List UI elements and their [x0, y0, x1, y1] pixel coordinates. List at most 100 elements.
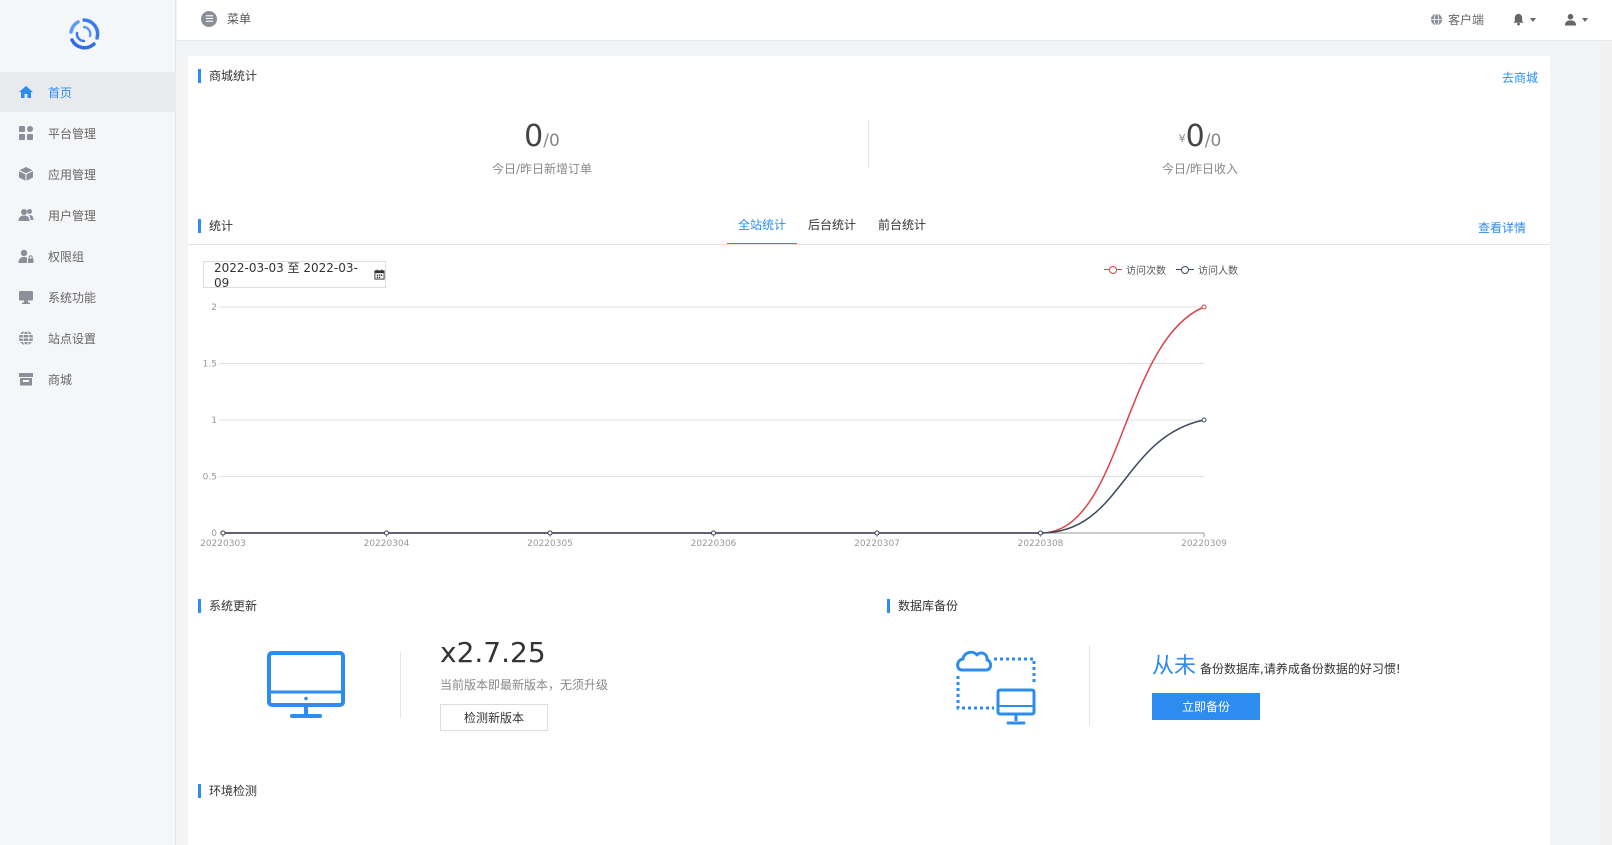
x-tick-label: 20220305: [527, 539, 573, 549]
x-tick-label: 20220303: [200, 539, 246, 549]
stats-tabs: 全站统计 后台统计 前台统计: [727, 216, 937, 245]
tabs-divider: [188, 244, 1550, 245]
version-number: x2.7.25: [440, 636, 546, 669]
user-icon: [1564, 13, 1577, 26]
bell-icon: [1512, 13, 1525, 26]
sidebar-item-system[interactable]: 系统功能: [0, 277, 176, 317]
legend-label: 访问人数: [1198, 266, 1238, 277]
mall-stats-title: 商城统计: [198, 69, 257, 83]
stats-title: 统计: [198, 219, 233, 233]
cloud-backup-illustration-icon: [954, 644, 1038, 732]
backup-now-button[interactable]: 立即备份: [1152, 693, 1260, 720]
chevron-down-icon: [1530, 17, 1536, 22]
page-scrollbar[interactable]: [1600, 41, 1612, 845]
sidebar-item-platform[interactable]: 平台管理: [0, 113, 176, 153]
globe-icon: [18, 330, 34, 346]
sidebar-item-label: 应用管理: [48, 167, 97, 182]
date-range-value: 2022-03-03 至 2022-03-09: [214, 261, 358, 290]
x-tick-label: 20220308: [1018, 539, 1064, 549]
backup-last-time: 从未: [1152, 654, 1197, 679]
y-tick-label: 1.5: [203, 360, 217, 370]
main-panel: 商城统计 去商城 0/0 今日/昨日新增订单 ¥0/0 今日/昨日收入 统计 全…: [188, 56, 1550, 845]
client-button[interactable]: 客户端: [1430, 11, 1484, 28]
tab-site-stats[interactable]: 全站统计: [727, 216, 798, 245]
y-tick-label: 1: [211, 416, 217, 426]
sidebar: 首页 平台管理 应用管理 用户管理 权限组 系统功能 站点设置 商城: [0, 0, 176, 845]
data-point: [874, 530, 880, 536]
sidebar-item-users[interactable]: 用户管理: [0, 195, 176, 235]
sidebar-item-label: 系统功能: [48, 290, 97, 305]
user-lock-icon: [18, 248, 34, 264]
monitor-illustration-icon: [266, 650, 348, 724]
menu-label: 菜单: [227, 12, 252, 26]
divider: [868, 120, 869, 168]
sidebar-item-label: 权限组: [48, 249, 85, 264]
data-point: [1038, 530, 1043, 536]
user-menu-button[interactable]: [1564, 13, 1588, 26]
x-tick-label: 20220306: [691, 539, 737, 549]
x-tick-label: 20220309: [1181, 539, 1227, 549]
data-point: [220, 530, 226, 536]
backup-status: 从未 备份数据库,请养成备份数据的好习惯!: [1152, 648, 1401, 680]
check-update-button[interactable]: 检测新版本: [440, 704, 548, 731]
notifications-button[interactable]: [1512, 13, 1536, 26]
calendar-icon: [374, 269, 385, 280]
sidebar-item-apps[interactable]: 应用管理: [0, 154, 176, 194]
data-point: [1201, 417, 1207, 423]
cube-icon: [18, 166, 34, 182]
version-note: 当前版本即最新版本，无须升级: [440, 678, 609, 692]
y-tick-label: 0: [211, 529, 217, 539]
globe-icon: [1430, 13, 1443, 26]
home-icon: [18, 84, 34, 100]
top-bar: 菜单 客户端: [177, 0, 1612, 41]
income-stat: ¥0/0 今日/昨日收入: [1050, 120, 1350, 177]
y-tick-label: 0.5: [203, 473, 217, 483]
sidebar-item-label: 商城: [48, 372, 73, 387]
divider: [400, 652, 401, 718]
data-point: [384, 530, 389, 536]
chart-svg: 0 0.5 1 1.5 2 20220303 20220304 20220305 2022030…: [200, 303, 1227, 549]
sidebar-item-label: 用户管理: [48, 208, 97, 223]
go-to-mall-link[interactable]: 去商城: [1502, 69, 1538, 86]
tab-backend-stats[interactable]: 后台统计: [797, 216, 867, 245]
sidebar-item-site-settings[interactable]: 站点设置: [0, 318, 176, 358]
view-details-link[interactable]: 查看详情: [1478, 219, 1526, 236]
tab-frontend-stats[interactable]: 前台统计: [867, 216, 937, 245]
orders-value: 0/0: [524, 119, 560, 154]
data-point: [711, 530, 716, 536]
env-check-title: 环境检测: [198, 784, 257, 798]
store-icon: [18, 371, 34, 387]
sidebar-item-label: 首页: [48, 85, 73, 100]
menu-icon: [201, 10, 217, 27]
logo[interactable]: [66, 16, 102, 52]
sidebar-item-label: 站点设置: [48, 331, 97, 346]
legend-item-users[interactable]: 访问人数: [1176, 262, 1238, 277]
legend-label: 访问次数: [1126, 266, 1166, 277]
divider: [1089, 645, 1090, 725]
orders-stat: 0/0 今日/昨日新增订单: [392, 120, 692, 177]
date-range-picker[interactable]: 2022-03-03 至 2022-03-09: [203, 261, 386, 290]
grid-icon: [18, 125, 34, 141]
income-value: ¥0/0: [1178, 119, 1222, 154]
sidebar-item-store[interactable]: 商城: [0, 359, 176, 399]
stats-line-chart: 0 0.5 1 1.5 2 20220303 20220304 20220305 2022030…: [188, 296, 1248, 556]
users-icon: [18, 207, 34, 223]
chevron-down-icon: [1582, 17, 1588, 22]
client-label: 客户端: [1447, 13, 1484, 27]
orders-label: 今日/昨日新增订单: [491, 162, 593, 176]
legend-marker: [1104, 265, 1122, 275]
menu-toggle-button[interactable]: 菜单: [201, 10, 251, 27]
x-tick-label: 20220304: [364, 539, 410, 549]
income-label: 今日/昨日收入: [1161, 162, 1239, 176]
legend-marker: [1176, 265, 1194, 275]
data-point: [547, 530, 553, 536]
data-point: [1201, 304, 1207, 310]
backup-hint: 备份数据库,请养成备份数据的好习惯!: [1200, 662, 1401, 676]
monitor-icon: [18, 289, 34, 305]
chart-legend: 访问次数 访问人数: [1094, 262, 1238, 277]
legend-item-visits[interactable]: 访问次数: [1104, 262, 1166, 277]
db-backup-title: 数据库备份: [887, 599, 958, 613]
y-tick-label: 2: [211, 303, 217, 313]
sidebar-item-home[interactable]: 首页: [0, 72, 176, 112]
sidebar-item-permissions[interactable]: 权限组: [0, 236, 176, 276]
